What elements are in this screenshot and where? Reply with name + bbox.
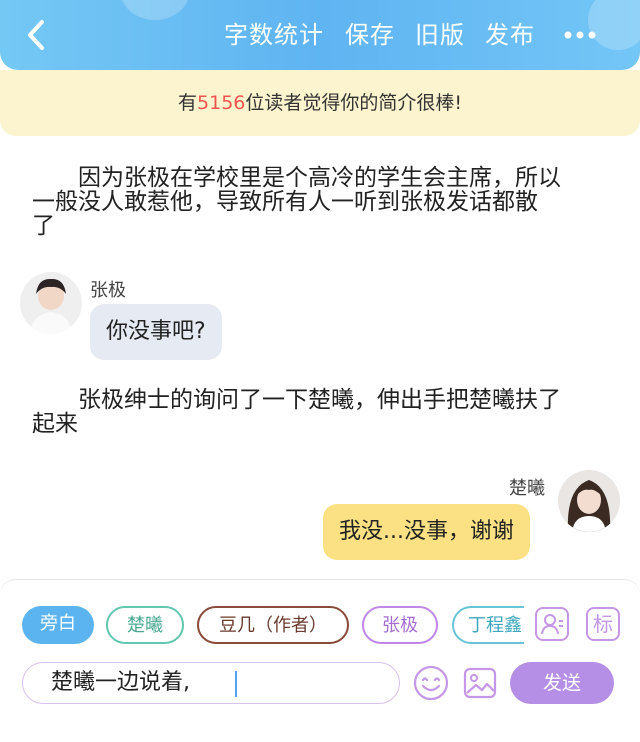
speaker-name: 张极	[90, 280, 126, 301]
reader-count: 5156	[197, 92, 246, 114]
composer-panel	[0, 579, 640, 742]
narration-paragraph: 因为张极在学校里是个高冷的学生会主席，所以 一般没人敢惹他，导致所有人一听到张极…	[32, 166, 632, 238]
chat-bubble-left[interactable]: 你没事吧?	[90, 304, 222, 360]
notice-suffix: 位读者觉得你的简介很棒!	[245, 92, 462, 114]
back-button[interactable]	[22, 18, 52, 52]
more-button[interactable]	[562, 22, 602, 48]
send-button[interactable]: 发送	[510, 662, 614, 704]
role-chip-chuxi[interactable]: 楚曦	[106, 606, 184, 644]
avatar-zhangji[interactable]	[20, 272, 82, 334]
image-button[interactable]	[462, 665, 498, 701]
role-chip-zhangji[interactable]: 张极	[362, 606, 438, 644]
message-input[interactable]: 楚曦一边说着,	[22, 662, 400, 704]
avatar-image	[558, 470, 620, 532]
add-role-button[interactable]	[535, 607, 569, 641]
smiley-icon	[413, 665, 449, 701]
word-count-button[interactable]: 字数统计	[224, 20, 324, 50]
publish-button[interactable]: 发布	[485, 20, 535, 50]
chevron-left-icon	[28, 20, 44, 50]
person-icon	[541, 614, 563, 635]
old-version-button[interactable]: 旧版	[415, 20, 465, 50]
role-chip-author[interactable]: 豆几（作者）	[197, 606, 349, 644]
emoji-button[interactable]	[412, 664, 450, 702]
role-chip-narration[interactable]: 旁白	[22, 606, 94, 644]
narration-line: 张极绅士的询问了一下楚曦，伸出手把楚曦扶了	[78, 387, 561, 413]
narration-line: 一般没人敢惹他，导致所有人一听到张极发话都散	[32, 189, 538, 215]
top-bar: 字数统计 保存 旧版 发布	[0, 0, 640, 70]
avatar-image	[20, 272, 82, 334]
save-button[interactable]: 保存	[345, 20, 395, 50]
narration-line: 了	[32, 213, 55, 239]
narration-line: 因为张极在学校里是个高冷的学生会主席，所以	[78, 165, 561, 191]
image-icon	[463, 667, 497, 699]
speaker-name: 楚曦	[509, 478, 545, 499]
message-input-text: 楚曦一边说着,	[51, 670, 190, 695]
reader-notice-banner: 有5156位读者觉得你的简介很棒!	[0, 70, 640, 136]
role-chip-dingchengxin[interactable]: 丁程鑫	[452, 606, 524, 644]
text-caret	[235, 671, 237, 697]
narration-line: 起来	[32, 411, 78, 437]
avatar-chuxi[interactable]	[558, 470, 620, 532]
decor-bubble	[120, 0, 190, 20]
notice-prefix: 有	[178, 92, 198, 114]
narration-paragraph: 张极绅士的询问了一下楚曦，伸出手把楚曦扶了 起来	[32, 388, 632, 436]
more-dots-icon	[564, 31, 596, 39]
tag-button[interactable]: 标	[586, 607, 620, 641]
chat-bubble-right[interactable]: 我没...没事，谢谢	[323, 504, 530, 560]
